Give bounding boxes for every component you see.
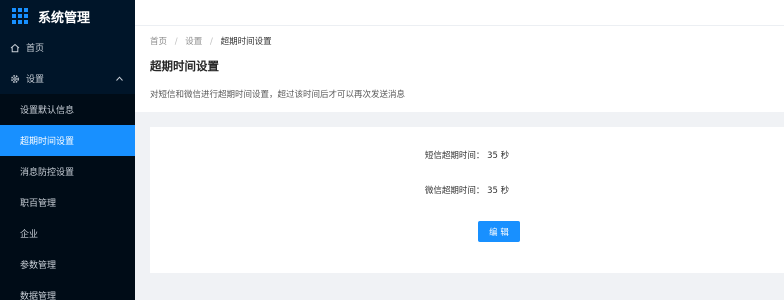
home-icon bbox=[10, 43, 20, 53]
sidebar-item-label: 首页 bbox=[26, 44, 45, 54]
sms-timeout-unit: 秒 bbox=[500, 151, 510, 161]
wechat-timeout-row: 微信超期时间： 35 秒 bbox=[150, 184, 784, 196]
wechat-timeout-unit: 秒 bbox=[500, 186, 510, 196]
sms-timeout-label: 短信超期时间： bbox=[424, 151, 485, 161]
breadcrumb-settings[interactable]: 设置 bbox=[185, 37, 202, 47]
breadcrumb-current: 超期时间设置 bbox=[220, 37, 272, 47]
sms-timeout-row: 短信超期时间： 35 秒 bbox=[150, 149, 784, 161]
sidebar-item-default-info[interactable]: 设置默认信息 bbox=[0, 94, 135, 125]
sidebar-item-label: 设置 bbox=[26, 75, 45, 85]
sidebar-item-label: 企业 bbox=[20, 230, 39, 240]
main-content: 首页 / 设置 / 超期时间设置 超期时间设置 对短信和微信进行超期时间设置，超… bbox=[135, 0, 784, 300]
app-brand[interactable]: 系统管理 bbox=[0, 0, 135, 32]
wechat-timeout-value: 35 bbox=[487, 186, 498, 196]
sidebar-item-home[interactable]: 首页 bbox=[0, 32, 135, 63]
sidebar-item-label: 超期时间设置 bbox=[20, 137, 75, 147]
breadcrumb: 首页 / 设置 / 超期时间设置 bbox=[150, 35, 784, 47]
breadcrumb-separator: / bbox=[210, 37, 213, 47]
page-title: 超期时间设置 bbox=[150, 59, 219, 73]
edit-button[interactable]: 编 辑 bbox=[478, 221, 520, 242]
sidebar-item-message-control[interactable]: 消息防控设置 bbox=[0, 156, 135, 187]
sidebar: 系统管理 首页 设置 设置默认信息 超期时间设置 消息防控设置 职百管理 企业 … bbox=[0, 0, 135, 300]
sidebar-item-label: 消息防控设置 bbox=[20, 168, 75, 178]
breadcrumb-separator: / bbox=[174, 37, 178, 47]
page-header: 首页 / 设置 / 超期时间设置 超期时间设置 对短信和微信进行超期时间设置，超… bbox=[135, 26, 784, 112]
chevron-up-icon bbox=[116, 74, 123, 83]
sidebar-item-timeout-settings[interactable]: 超期时间设置 bbox=[0, 125, 135, 156]
sidebar-item-parameter-management[interactable]: 参数管理 bbox=[0, 249, 135, 280]
sidebar-item-position-management[interactable]: 职百管理 bbox=[0, 187, 135, 218]
sidebar-item-settings[interactable]: 设置 bbox=[0, 63, 135, 94]
grid-logo-icon bbox=[12, 8, 28, 24]
sidebar-item-data-management[interactable]: 数据管理 bbox=[0, 280, 135, 300]
sidebar-item-label: 设置默认信息 bbox=[20, 106, 75, 116]
sidebar-item-label: 数据管理 bbox=[20, 292, 57, 300]
breadcrumb-home[interactable]: 首页 bbox=[150, 37, 167, 47]
top-header bbox=[135, 0, 784, 26]
sidebar-item-enterprise[interactable]: 企业 bbox=[0, 218, 135, 249]
sidebar-item-label: 参数管理 bbox=[20, 261, 57, 271]
wechat-timeout-label: 微信超期时间： bbox=[424, 186, 485, 196]
page-description: 对短信和微信进行超期时间设置，超过该时间后才可以再次发送消息 bbox=[150, 90, 406, 100]
app-title: 系统管理 bbox=[38, 10, 91, 26]
sidebar-item-label: 职百管理 bbox=[20, 199, 57, 209]
timeout-settings-card: 短信超期时间： 35 秒 微信超期时间： 35 秒 编 辑 bbox=[150, 127, 784, 273]
sms-timeout-value: 35 bbox=[487, 151, 498, 161]
gear-icon bbox=[10, 74, 20, 84]
